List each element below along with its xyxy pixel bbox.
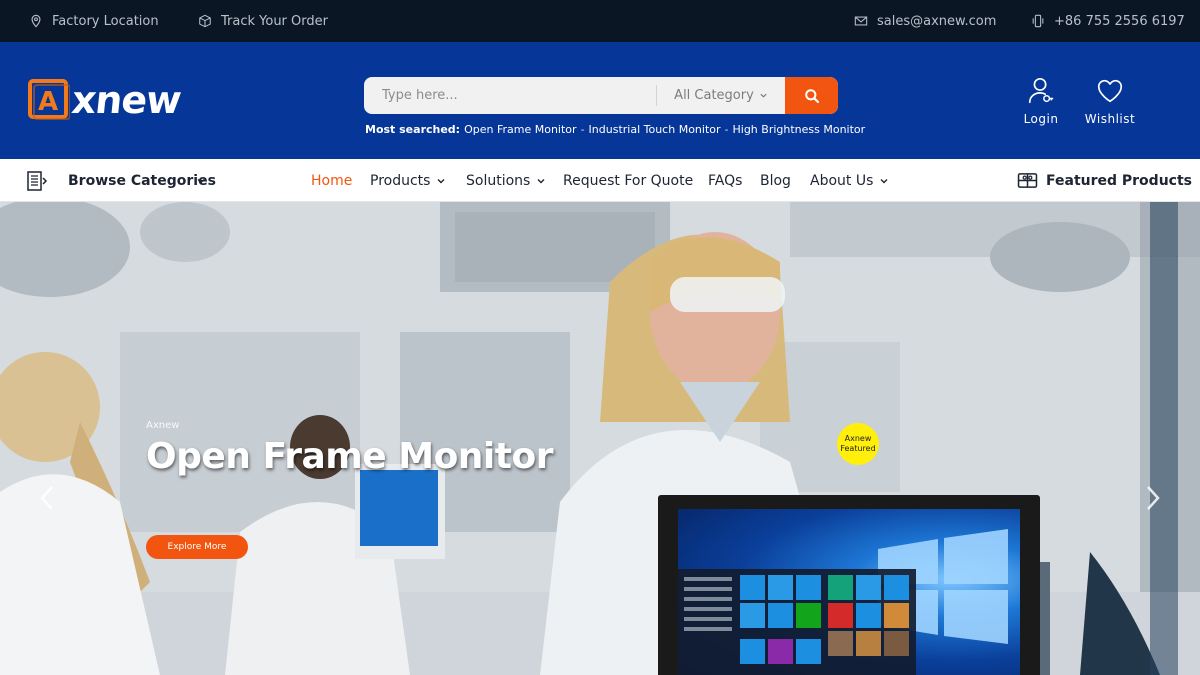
nav-item-request-quote[interactable]: Request For Quote bbox=[563, 159, 693, 202]
nav-item-blog[interactable]: Blog bbox=[760, 159, 791, 202]
nav-item-label: Home bbox=[311, 172, 353, 189]
hero-title: Open Frame Monitor bbox=[146, 436, 553, 477]
nav-item-label: FAQs bbox=[708, 172, 743, 189]
location-pin-icon bbox=[31, 14, 41, 28]
user-icon bbox=[1028, 77, 1054, 104]
category-select-value: All Category bbox=[674, 88, 754, 103]
category-select[interactable]: All Category bbox=[657, 77, 785, 114]
nav-item-label: Solutions bbox=[466, 172, 531, 189]
heart-icon bbox=[1097, 79, 1123, 103]
featured-products-label: Featured Products bbox=[1046, 172, 1192, 189]
badge-line: Featured bbox=[840, 444, 876, 453]
separator: - bbox=[580, 123, 585, 136]
mail-icon bbox=[854, 16, 868, 26]
main-nav: Browse Categories Home Products Solution… bbox=[0, 159, 1200, 202]
package-icon bbox=[199, 14, 211, 28]
most-searched: Most searched: Open Frame Monitor - Indu… bbox=[365, 123, 865, 136]
search-icon bbox=[804, 88, 819, 103]
gift-box-icon bbox=[1017, 173, 1038, 188]
chevron-down-icon bbox=[760, 93, 767, 98]
search-input[interactable] bbox=[364, 77, 656, 114]
nav-item-faqs[interactable]: FAQs bbox=[708, 159, 742, 202]
nav-item-label: Blog bbox=[760, 172, 791, 189]
wishlist-button[interactable]: Wishlist bbox=[1080, 76, 1140, 126]
nav-item-label: Request For Quote bbox=[563, 172, 694, 189]
explore-more-button[interactable]: Explore More bbox=[146, 535, 248, 559]
logo-wordmark: xnew bbox=[69, 78, 183, 122]
chevron-down-icon[interactable] bbox=[196, 176, 206, 186]
nav-item-label: Products bbox=[370, 172, 431, 189]
browse-categories-button[interactable]: Browse Categories bbox=[26, 159, 216, 202]
top-bar: Factory Location Track Your Order sales@… bbox=[0, 0, 1200, 42]
nav-item-label: About Us bbox=[810, 172, 874, 189]
login-button[interactable]: Login bbox=[1011, 76, 1071, 126]
badge-line: Axnew bbox=[844, 434, 872, 443]
email-link[interactable]: sales@axnew.com bbox=[854, 0, 996, 42]
slider-prev-arrow-icon[interactable] bbox=[38, 484, 56, 512]
brand-logo[interactable]: A xnew bbox=[28, 74, 183, 126]
most-searched-link[interactable]: Industrial Touch Monitor bbox=[589, 123, 721, 136]
nav-item-solutions[interactable]: Solutions bbox=[466, 159, 546, 202]
featured-badge: Axnew Featured bbox=[837, 423, 879, 465]
site-header: A xnew All Category Most searched: Open … bbox=[0, 42, 1200, 159]
email-text: sales@axnew.com bbox=[877, 13, 997, 29]
browse-categories-label: Browse Categories bbox=[68, 172, 216, 189]
login-label: Login bbox=[1023, 112, 1059, 126]
track-order-label: Track Your Order bbox=[221, 13, 328, 29]
menu-list-icon bbox=[27, 170, 48, 191]
phone-text: +86 755 2556 6197 bbox=[1054, 13, 1185, 29]
chevron-down-icon bbox=[880, 178, 888, 183]
phone-icon bbox=[1032, 14, 1044, 28]
factory-location-link[interactable]: Factory Location bbox=[29, 0, 159, 42]
nav-item-about-us[interactable]: About Us bbox=[810, 159, 889, 202]
factory-location-label: Factory Location bbox=[52, 13, 159, 29]
phone-link[interactable]: +86 755 2556 6197 bbox=[1031, 0, 1185, 42]
logo-letter: A bbox=[38, 87, 58, 117]
featured-products-link[interactable]: Featured Products bbox=[1017, 159, 1192, 202]
chevron-down-icon bbox=[437, 178, 445, 183]
hero-kicker: Axnew bbox=[146, 420, 180, 431]
chevron-down-icon bbox=[537, 178, 545, 183]
most-searched-link[interactable]: Open Frame Monitor bbox=[464, 123, 576, 136]
wishlist-label: Wishlist bbox=[1084, 112, 1136, 126]
hero-slider: Axnew Open Frame Monitor Explore More Ax… bbox=[0, 202, 1200, 675]
nav-item-home[interactable]: Home bbox=[311, 159, 352, 202]
most-searched-label: Most searched: bbox=[365, 123, 461, 136]
search-bar: All Category bbox=[364, 77, 838, 114]
monitor-screen bbox=[678, 509, 1020, 675]
separator: - bbox=[724, 123, 729, 136]
start-menu bbox=[678, 569, 916, 675]
nav-item-products[interactable]: Products bbox=[370, 159, 446, 202]
search-button[interactable] bbox=[785, 77, 838, 114]
most-searched-link[interactable]: High Brightness Monitor bbox=[733, 123, 866, 136]
slider-next-arrow-icon[interactable] bbox=[1144, 484, 1162, 512]
track-order-link[interactable]: Track Your Order bbox=[198, 0, 328, 42]
logo-mark-icon: A bbox=[28, 79, 71, 121]
product-monitor-image bbox=[658, 495, 1040, 675]
